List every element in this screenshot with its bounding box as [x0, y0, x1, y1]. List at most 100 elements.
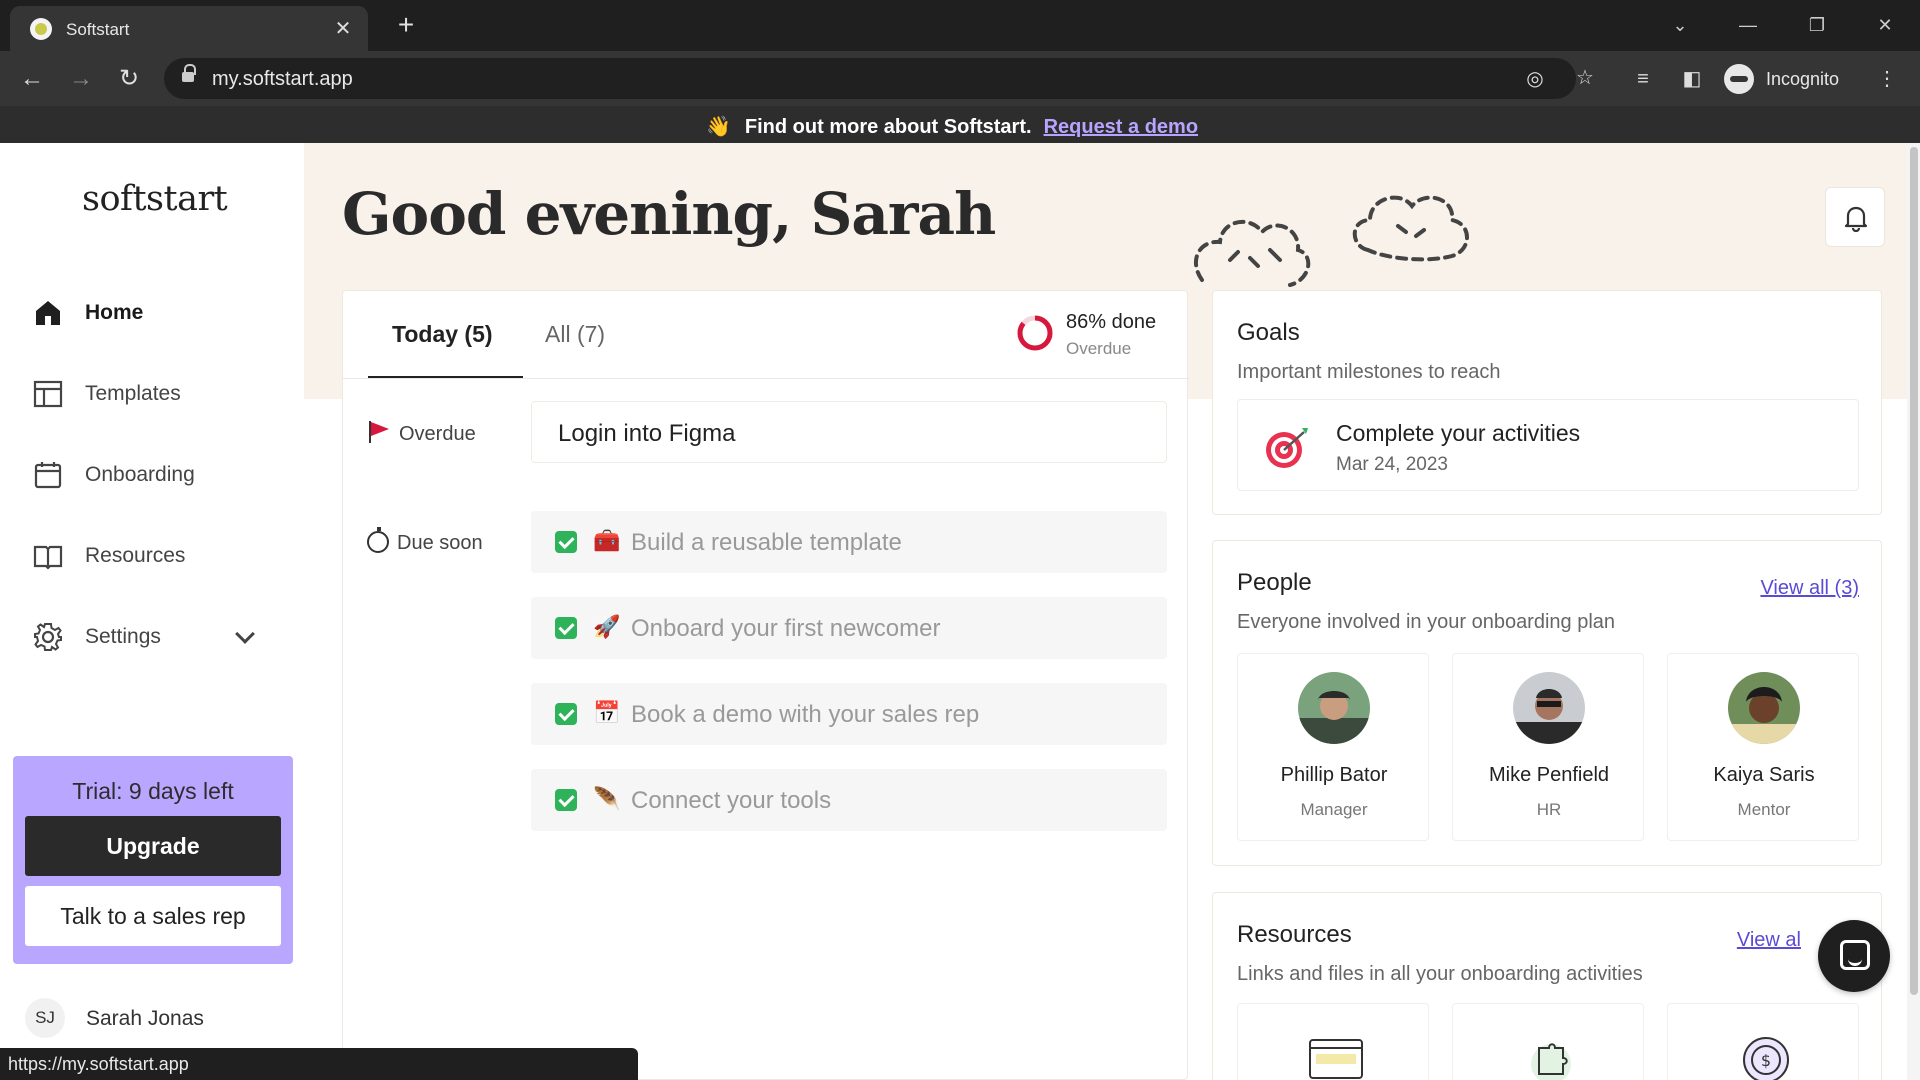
- softstart-logo[interactable]: softstart: [82, 179, 228, 219]
- goals-title: Goals: [1237, 319, 1300, 346]
- checkbox-checked-icon[interactable]: [555, 703, 577, 725]
- lock-icon[interactable]: [182, 64, 196, 84]
- restore-icon[interactable]: ❐: [1802, 10, 1832, 40]
- forward-icon[interactable]: →: [65, 63, 97, 95]
- notifications-button[interactable]: [1825, 187, 1885, 247]
- page-title: Good evening, Sarah: [342, 180, 996, 248]
- tasks-card: Today (5) All (7) 86% done Overdue Overd…: [342, 290, 1189, 1080]
- resources-card: Resources View al Links and files in all…: [1212, 892, 1882, 1080]
- minimize-icon[interactable]: —: [1733, 10, 1763, 40]
- checkbox-checked-icon[interactable]: [555, 789, 577, 811]
- dollar-icon: $: [1743, 1037, 1789, 1080]
- close-window-icon[interactable]: ✕: [1870, 10, 1900, 40]
- home-icon: [36, 301, 60, 325]
- resource-item[interactable]: [1237, 1003, 1429, 1080]
- resource-item[interactable]: [1452, 1003, 1644, 1080]
- incognito-profile-button[interactable]: Incognito: [1724, 59, 1858, 99]
- side-panel-icon[interactable]: ◧: [1677, 64, 1707, 94]
- task-title: Connect your tools: [631, 787, 832, 814]
- puzzle-icon: [1531, 1043, 1571, 1080]
- avatar: [1513, 672, 1585, 744]
- person-card[interactable]: Mike Penfield HR: [1452, 653, 1644, 841]
- sidebar-item-onboarding[interactable]: Onboarding: [32, 455, 272, 495]
- book-icon: [33, 545, 63, 570]
- sidebar-item-home[interactable]: Home: [32, 293, 272, 333]
- browser-toolbar: ← → ↻ my.softstart.app ◎ ☆ ≡ ◧ Incognito…: [0, 51, 1920, 106]
- svg-text:$: $: [1761, 1051, 1771, 1070]
- divider: [343, 378, 1189, 379]
- back-icon[interactable]: ←: [16, 63, 48, 95]
- upgrade-button[interactable]: Upgrade: [25, 816, 281, 876]
- tab-today[interactable]: Today (5): [392, 321, 493, 348]
- sidebar-item-settings[interactable]: Settings: [32, 617, 272, 657]
- sidebar-item-templates[interactable]: Templates: [32, 374, 272, 414]
- website-icon: [1309, 1039, 1363, 1079]
- sidebar-item-label: Onboarding: [85, 463, 195, 486]
- person-role: Manager: [1300, 800, 1368, 819]
- gear-icon: [34, 623, 62, 651]
- person-card[interactable]: Kaiya Saris Mentor: [1667, 653, 1859, 841]
- softstart-favicon-icon: [30, 18, 52, 40]
- resources-view-all-link[interactable]: View al: [1737, 929, 1801, 952]
- flag-icon: [367, 421, 389, 443]
- chat-icon: [1840, 940, 1870, 970]
- sidebar-item-label: Home: [85, 301, 144, 324]
- task-title: Onboard your first newcomer: [631, 615, 941, 642]
- task-item[interactable]: 🪶 Connect your tools: [531, 769, 1167, 831]
- person-name: Mike Penfield: [1488, 764, 1610, 786]
- request-demo-link[interactable]: Request a demo: [1044, 116, 1198, 138]
- progress-ring-icon: [1017, 315, 1053, 351]
- checkbox-checked-icon[interactable]: [555, 531, 577, 553]
- browser-menu-icon[interactable]: ⋮: [1872, 64, 1902, 94]
- checkbox-checked-icon[interactable]: [555, 617, 577, 639]
- browser-tab[interactable]: Softstart ✕: [10, 6, 368, 51]
- user-name: Sarah Jonas: [86, 1007, 204, 1030]
- resources-subtitle: Links and files in all your onboarding a…: [1237, 963, 1643, 985]
- person-name: Kaiya Saris: [1713, 764, 1815, 786]
- person-role: HR: [1536, 800, 1562, 819]
- sidebar-item-resources[interactable]: Resources: [32, 536, 272, 576]
- task-item[interactable]: Login into Figma: [531, 401, 1167, 463]
- people-title: People: [1237, 569, 1312, 596]
- calendar-icon: [34, 462, 62, 489]
- tab-all[interactable]: All (7): [545, 321, 605, 348]
- media-queue-icon[interactable]: ≡: [1628, 64, 1658, 94]
- url-text: my.softstart.app: [212, 68, 353, 90]
- feather-icon: 🪶: [593, 786, 621, 811]
- chat-button[interactable]: [1818, 920, 1890, 992]
- talk-to-sales-button[interactable]: Talk to a sales rep: [25, 886, 281, 946]
- new-tab-icon[interactable]: +: [390, 10, 422, 42]
- person-role: Mentor: [1737, 800, 1791, 819]
- tab-search-icon[interactable]: ⌄: [1665, 10, 1695, 40]
- announcement-banner: 👋 Find out more about Softstart. Request a…: [0, 106, 1920, 143]
- task-title: Book a demo with your sales rep: [631, 701, 980, 728]
- task-item[interactable]: 🧰 Build a reusable template: [531, 511, 1167, 573]
- resources-title: Resources: [1237, 921, 1352, 948]
- goals-card: Goals Important milestones to reach Comp…: [1212, 290, 1882, 515]
- task-item[interactable]: 🚀 Onboard your first newcomer: [531, 597, 1167, 659]
- incognito-label: Incognito: [1766, 69, 1840, 89]
- people-view-all-link[interactable]: View all (3): [1760, 577, 1859, 600]
- goal-item[interactable]: Complete your activities Mar 24, 2023: [1237, 399, 1859, 491]
- sidebar-item-label: Settings: [85, 625, 161, 648]
- close-tab-icon[interactable]: ✕: [330, 16, 356, 42]
- chevron-down-icon[interactable]: [235, 624, 255, 644]
- bookmark-star-icon[interactable]: ☆: [1570, 63, 1600, 93]
- avatar: [1728, 672, 1800, 744]
- people-subtitle: Everyone involved in your onboarding pla…: [1237, 611, 1616, 633]
- sidebar-item-label: Resources: [85, 544, 186, 567]
- browser-status-bar: https://my.softstart.app: [0, 1048, 638, 1080]
- scrollbar[interactable]: [1907, 143, 1920, 1080]
- eye-off-icon[interactable]: ◎: [1522, 66, 1548, 92]
- due-soon-section-label: Due soon: [367, 527, 483, 555]
- address-bar[interactable]: my.softstart.app ◎: [164, 58, 1576, 99]
- goals-subtitle: Important milestones to reach: [1237, 361, 1501, 383]
- user-profile[interactable]: SJ Sarah Jonas: [25, 998, 285, 1038]
- person-card[interactable]: Phillip Bator Manager: [1237, 653, 1429, 841]
- scrollbar-thumb[interactable]: [1910, 147, 1918, 995]
- trial-text: Trial: 9 days left: [72, 778, 234, 804]
- task-item[interactable]: 📅 Book a demo with your sales rep: [531, 683, 1167, 745]
- toolbox-icon: 🧰: [593, 528, 621, 553]
- resource-item[interactable]: $: [1667, 1003, 1859, 1080]
- reload-icon[interactable]: ↻: [113, 63, 145, 95]
